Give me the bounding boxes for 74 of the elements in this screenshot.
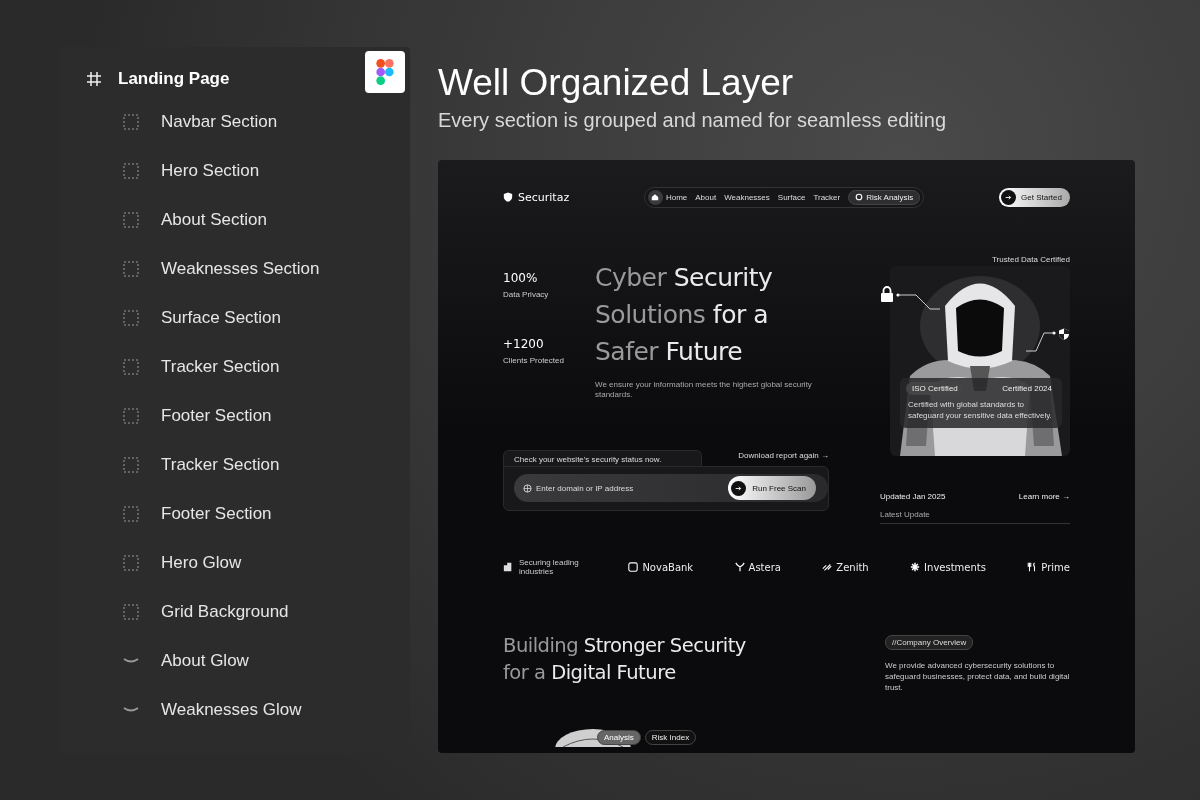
partner-logo: Astera bbox=[734, 561, 781, 573]
lock-icon bbox=[880, 286, 894, 302]
shield-icon bbox=[1058, 328, 1070, 340]
learn-more-link[interactable]: Learn more → bbox=[1018, 492, 1070, 501]
partner-logo: Prime bbox=[1027, 561, 1070, 573]
partner-logo: Zenith bbox=[822, 561, 869, 573]
dashed-frame-icon bbox=[123, 113, 139, 130]
scan-prompt: Check your website's security status now. bbox=[503, 450, 703, 466]
partners-label: Securing leading industries bbox=[519, 558, 580, 576]
certificate-text: Certified with global standards to safeguard your sensitive data effectively. bbox=[907, 399, 1053, 421]
globe-icon bbox=[523, 483, 532, 493]
tab[interactable]: Risk Index bbox=[644, 729, 697, 745]
layer-name[interactable]: Weaknesses Section bbox=[161, 258, 320, 279]
layer-name[interactable]: Footer Section bbox=[161, 503, 272, 524]
nav-link[interactable]: About bbox=[695, 192, 717, 202]
leader-line bbox=[896, 293, 940, 313]
layer-name[interactable]: Footer Section bbox=[161, 405, 272, 426]
layer-name[interactable]: About Section bbox=[161, 209, 267, 230]
layer-name[interactable]: Navbar Section bbox=[161, 111, 278, 132]
layer-name[interactable]: About Glow bbox=[161, 650, 249, 671]
hero-subtitle: We ensure your information meets the highest global security standards. bbox=[595, 380, 813, 400]
layer-name[interactable]: Weaknesses Glow bbox=[161, 699, 302, 720]
leader-line bbox=[1026, 331, 1056, 353]
dashed-frame-icon bbox=[123, 309, 139, 326]
wave-icon bbox=[123, 657, 139, 664]
partner-logo: Investments bbox=[910, 561, 986, 573]
certified-caption: Trusted Data Certified bbox=[991, 255, 1070, 264]
dashed-frame-icon bbox=[123, 407, 139, 424]
hero-title: Cyber Security Solutions for a Safer Future bbox=[595, 262, 774, 368]
risk-analysis-button[interactable]: Risk Analysis bbox=[848, 189, 921, 205]
shield-icon bbox=[503, 192, 513, 202]
nav-link[interactable]: Surface bbox=[777, 192, 806, 202]
layer-name[interactable]: Tracker Section bbox=[161, 454, 280, 475]
update-date: Updated Jan 2025 bbox=[880, 492, 946, 501]
partner-logo: NovaBank bbox=[628, 561, 694, 573]
nav-link[interactable]: Weaknesses bbox=[724, 192, 770, 202]
ring-icon bbox=[855, 193, 864, 201]
about-title: Building Stronger Security for a Digital Future bbox=[503, 633, 746, 686]
dashed-frame-icon bbox=[123, 211, 139, 228]
nav-link[interactable]: Home bbox=[665, 192, 688, 202]
dashed-frame-icon bbox=[123, 260, 139, 277]
brand-name: Securitaz bbox=[518, 190, 570, 204]
layer-name[interactable]: Grid Background bbox=[161, 601, 289, 622]
layer-name[interactable]: Hero Glow bbox=[161, 552, 242, 573]
dashed-frame-icon bbox=[123, 358, 139, 375]
wave-icon bbox=[123, 706, 139, 713]
heading: Well Organized Layer bbox=[438, 61, 795, 105]
building-icon bbox=[503, 562, 513, 572]
tab[interactable]: Analysis bbox=[597, 729, 641, 745]
layer-name[interactable]: Tracker Section bbox=[161, 356, 280, 377]
run-scan-button[interactable]: Run Free Scan bbox=[728, 476, 816, 500]
stat-label: Data Privacy bbox=[503, 290, 550, 299]
stat-value: 100% bbox=[503, 271, 539, 285]
subheading: Every section is grouped and named for seamless editing bbox=[438, 109, 948, 132]
section-tag: //Company Overview bbox=[885, 635, 974, 650]
dashed-frame-icon bbox=[123, 505, 139, 522]
dashed-frame-icon bbox=[123, 603, 139, 620]
frame-icon bbox=[86, 71, 102, 87]
stat-value: +1200 bbox=[503, 337, 545, 351]
dashed-frame-icon bbox=[123, 162, 139, 179]
layer-name[interactable]: Surface Section bbox=[161, 307, 281, 328]
home-icon[interactable] bbox=[647, 189, 663, 205]
certified-year: Certified 2024 bbox=[1002, 384, 1053, 393]
get-started-button[interactable]: Get Started bbox=[999, 187, 1070, 207]
update-label: Latest Update bbox=[880, 510, 1070, 524]
about-text: We provide advanced cybersecurity solutions to safeguard businesses, protect data, and build digital trust. bbox=[885, 660, 1070, 693]
stat-label: Clients Protected bbox=[503, 356, 565, 365]
figma-logo bbox=[365, 51, 405, 93]
layer-name[interactable]: Hero Section bbox=[161, 160, 260, 181]
dashed-frame-icon bbox=[123, 554, 139, 571]
download-link[interactable]: Download report again → bbox=[738, 451, 829, 460]
nav-link[interactable]: Tracker bbox=[813, 192, 841, 202]
dashed-frame-icon bbox=[123, 456, 139, 473]
layer-name[interactable]: Landing Page bbox=[118, 69, 230, 89]
